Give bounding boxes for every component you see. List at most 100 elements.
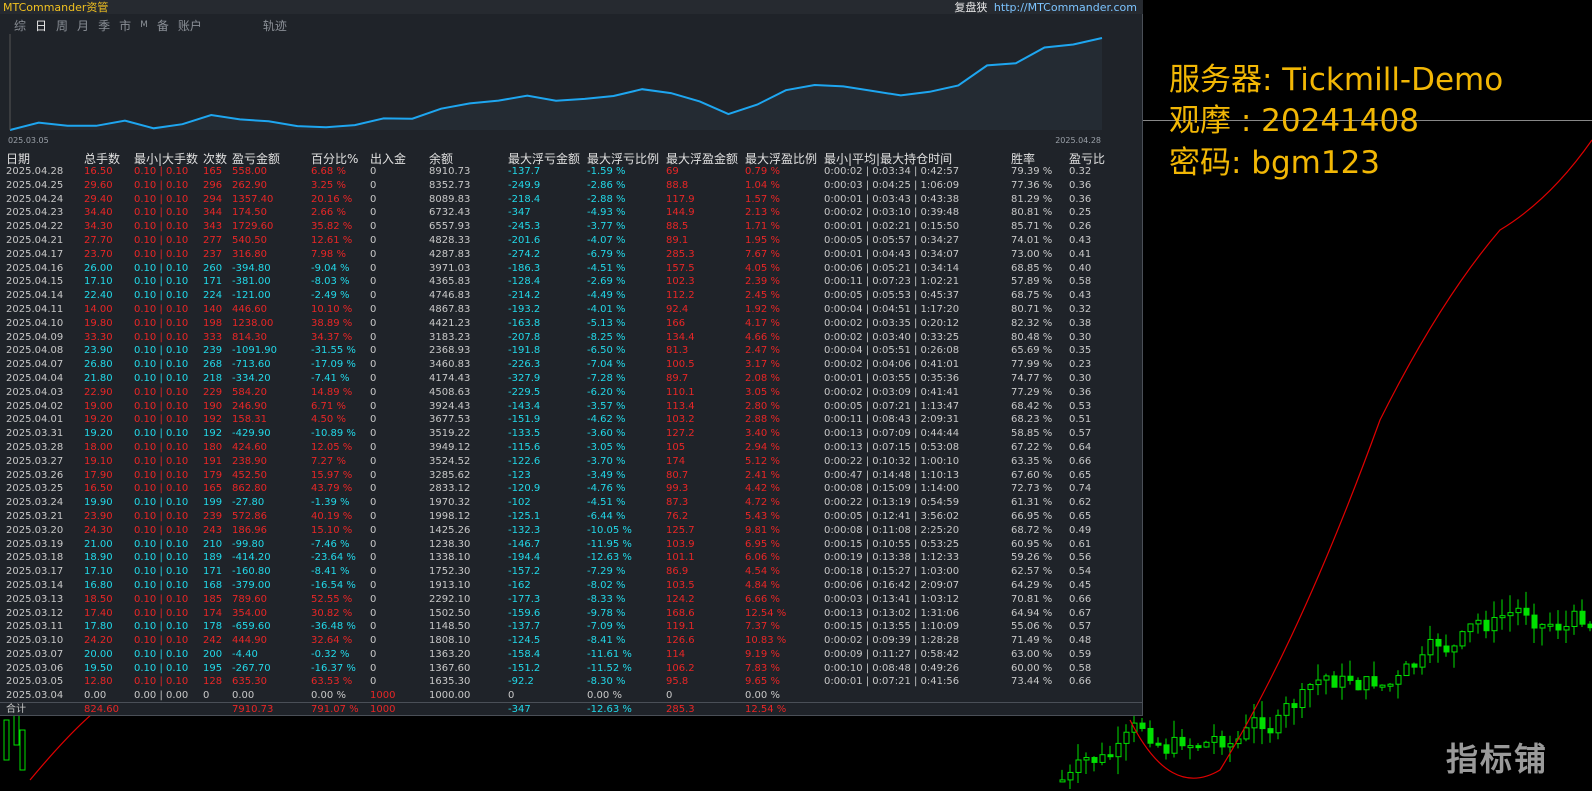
tab-8[interactable]: 账户 xyxy=(178,17,202,34)
cell-min-max-lots: 0.10 | 0.10 xyxy=(134,648,189,660)
cell-win-rate: 81.29 % xyxy=(1011,193,1053,205)
cell-profit-loss: 814.30 xyxy=(232,331,267,343)
table-row[interactable]: 2025.03.28 18.00 0.10 | 0.10 180 424.60 12.05… xyxy=(0,441,1143,455)
cell-pl-ratio: 0.36 xyxy=(1069,179,1092,191)
cell-date: 2025.04.07 xyxy=(6,359,64,371)
cell-date: 2025.04.25 xyxy=(6,179,64,191)
site-link[interactable]: http://MTCommander.com xyxy=(994,1,1137,14)
tab-9[interactable]: 轨迹 xyxy=(263,17,287,34)
table-row[interactable]: 2025.04.01 19.20 0.10 | 0.10 192 158.31 4.50 … xyxy=(0,413,1143,427)
table-row[interactable]: 2025.03.20 24.30 0.10 | 0.10 243 186.96 15.10… xyxy=(0,524,1143,538)
table-row[interactable]: 2025.03.14 16.80 0.10 | 0.10 168 -379.00 -16.… xyxy=(0,579,1143,593)
table-row[interactable]: 2025.04.22 34.30 0.10 | 0.10 343 1729.60 35.8… xyxy=(0,220,1143,234)
cell-max-float-profit-pct: 2.47 % xyxy=(745,345,780,357)
cell-date: 2025.03.25 xyxy=(6,483,64,495)
table-row[interactable]: 2025.04.04 21.80 0.10 | 0.10 218 -334.20 -7.4… xyxy=(0,372,1143,386)
cell-pl-ratio: 0.43 xyxy=(1069,290,1092,302)
cell-max-float-loss: -249.9 xyxy=(508,179,541,191)
table-row[interactable]: 2025.03.07 20.00 0.10 | 0.10 200 -4.40 -0.32 … xyxy=(0,648,1143,662)
table-row[interactable]: 2025.03.12 17.40 0.10 | 0.10 174 354.00 30.82… xyxy=(0,607,1143,621)
candle xyxy=(1123,731,1130,744)
cell-pl-ratio: 0.56 xyxy=(1069,552,1092,564)
cell-balance: 8910.73 xyxy=(429,166,471,177)
cell-trade-count: 0 xyxy=(203,690,210,702)
cell-win-rate: 68.72 % xyxy=(1011,524,1053,536)
table-row[interactable]: 2025.03.24 19.90 0.10 | 0.10 199 -27.80 -1.39… xyxy=(0,496,1143,510)
table-row[interactable]: 2025.03.04 0.00 0.00 | 0.00 0 0.00 0.00 % 1000… xyxy=(0,689,1143,703)
table-row[interactable]: 2025.04.16 26.00 0.10 | 0.10 260 -394.80 -9.0… xyxy=(0,262,1143,276)
cell-deposit-withdraw: 0 xyxy=(370,662,377,674)
table-row[interactable]: 2025.04.28 16.50 0.10 | 0.10 165 558.00 6.68 … xyxy=(0,165,1143,179)
table-row[interactable]: 2025.04.07 26.80 0.10 | 0.10 268 -713.60 -17.… xyxy=(0,358,1143,372)
table-row[interactable]: 2025.04.08 23.90 0.10 | 0.10 239 -1091.90 -31… xyxy=(0,344,1143,358)
table-row[interactable]: 2025.03.17 17.10 0.10 | 0.10 171 -160.80 -8.4… xyxy=(0,565,1143,579)
table-row[interactable]: 2025.03.26 17.90 0.10 | 0.10 179 452.50 15.97… xyxy=(0,469,1143,483)
cell-max-float-loss-pct: -8.33 % xyxy=(587,593,626,605)
table-row[interactable]: 2025.04.17 23.70 0.10 | 0.10 237 316.80 7.98 … xyxy=(0,248,1143,262)
cell-trade-count: 168 xyxy=(203,579,223,591)
cell-win-rate: 67.60 % xyxy=(1011,469,1053,481)
cell-trade-count: 200 xyxy=(203,648,223,660)
table-row[interactable]: 2025.04.03 22.90 0.10 | 0.10 229 584.20 14.89… xyxy=(0,386,1143,400)
candle xyxy=(1203,741,1210,748)
table-row[interactable]: 2025.04.21 27.70 0.10 | 0.10 277 540.50 12.61… xyxy=(0,234,1143,248)
tab-1[interactable]: 日 xyxy=(35,17,47,34)
candle xyxy=(1403,663,1410,677)
replay-label[interactable]: 复盘狭 xyxy=(954,1,987,14)
cell-deposit-withdraw: 0 xyxy=(370,166,377,177)
cell-balance: 3924.43 xyxy=(429,400,471,412)
cell-deposit-withdraw: 0 xyxy=(370,386,377,398)
candle xyxy=(1155,742,1162,746)
table-row[interactable]: 2025.03.06 19.50 0.10 | 0.10 195 -267.70 -16.… xyxy=(0,662,1143,676)
table-row[interactable]: 2025.04.11 14.00 0.10 | 0.10 140 446.60 10.10… xyxy=(0,303,1143,317)
table-row[interactable]: 2025.04.15 17.10 0.10 | 0.10 171 -381.00 -8.0… xyxy=(0,275,1143,289)
table-row[interactable]: 2025.03.31 19.20 0.10 | 0.10 192 -429.90 -10.… xyxy=(0,427,1143,441)
cell-hold-time: 0:00:06 | 0:16:42 | 2:09:07 xyxy=(824,579,960,591)
table-row[interactable]: 2025.03.13 18.50 0.10 | 0.10 185 789.60 52.55… xyxy=(0,593,1143,607)
candle xyxy=(1483,619,1490,632)
tab-0[interactable]: 综 xyxy=(14,17,26,34)
cell-date: 2025.03.04 xyxy=(6,690,64,702)
cell-max-float-loss-pct: -1.59 % xyxy=(587,166,626,177)
tab-4[interactable]: 季 xyxy=(98,17,110,34)
candle xyxy=(1307,684,1314,691)
table-row[interactable]: 2025.03.11 17.80 0.10 | 0.10 178 -659.60 -36.… xyxy=(0,620,1143,634)
tab-5[interactable]: 市 xyxy=(119,17,131,34)
table-row[interactable]: 2025.04.09 33.30 0.10 | 0.10 333 814.30 34.37… xyxy=(0,331,1143,345)
table-row[interactable]: 2025.03.10 24.20 0.10 | 0.10 242 444.90 32.64… xyxy=(0,634,1143,648)
table-row[interactable]: 2025.03.05 12.80 0.10 | 0.10 128 635.30 63.53… xyxy=(0,675,1143,689)
table-row[interactable]: 2025.04.25 29.60 0.10 | 0.10 296 262.90 3.25 … xyxy=(0,179,1143,193)
table-row[interactable]: 2025.04.14 22.40 0.10 | 0.10 224 -121.00 -2.4… xyxy=(0,289,1143,303)
cell-profit-loss: -27.80 xyxy=(232,497,265,509)
cell-percent: 32.64 % xyxy=(311,635,353,647)
replay-link-group: 复盘狭 http://MTCommander.com xyxy=(954,0,1137,15)
cell-balance: 1425.26 xyxy=(429,524,471,536)
cell-profit-loss: -429.90 xyxy=(232,428,271,440)
tab-2[interactable]: 周 xyxy=(56,17,68,34)
table-row[interactable]: 2025.04.02 19.00 0.10 | 0.10 190 246.90 6.71 … xyxy=(0,400,1143,414)
table-row[interactable]: 2025.03.27 19.10 0.10 | 0.10 191 238.90 7.27 … xyxy=(0,455,1143,469)
table-row[interactable]: 2025.04.23 34.40 0.10 | 0.10 344 174.50 2.66 … xyxy=(0,206,1143,220)
cell-profit-loss: 635.30 xyxy=(232,676,267,688)
tab-6[interactable]: M xyxy=(140,17,148,34)
cell-win-rate: 73.44 % xyxy=(1011,676,1053,688)
cell-total-lots: 17.10 xyxy=(84,276,113,288)
cell-balance: 8089.83 xyxy=(429,193,471,205)
table-row[interactable]: 2025.03.19 21.00 0.10 | 0.10 210 -99.80 -7.46… xyxy=(0,538,1143,552)
cell-min-max-lots: 0.10 | 0.10 xyxy=(134,428,189,440)
cell-pl-ratio: 0.57 xyxy=(1069,621,1092,633)
cell-total-lots: 12.80 xyxy=(84,676,113,688)
table-row[interactable]: 2025.03.18 18.90 0.10 | 0.10 189 -414.20 -23.… xyxy=(0,551,1143,565)
table-row[interactable]: 2025.04.24 29.40 0.10 | 0.10 294 1357.40 20.1… xyxy=(0,193,1143,207)
cell-max-float-loss-pct: -11.52 % xyxy=(587,662,632,674)
tab-7[interactable]: 备 xyxy=(157,17,169,34)
table-row[interactable]: 2025.03.21 23.90 0.10 | 0.10 239 572.86 40.19… xyxy=(0,510,1143,524)
table-row[interactable]: 2025.03.25 16.50 0.10 | 0.10 165 862.80 43.79… xyxy=(0,482,1143,496)
cell-total-lots: 14.00 xyxy=(84,303,113,315)
cell-date: 2025.03.28 xyxy=(6,441,64,453)
tab-3[interactable]: 月 xyxy=(77,17,89,34)
table-row[interactable]: 2025.04.10 19.80 0.10 | 0.10 198 1238.00 38.8… xyxy=(0,317,1143,331)
cell-trade-count: 260 xyxy=(203,262,223,274)
cell-max-float-profit: 69 xyxy=(666,166,679,177)
cell-deposit-withdraw: 0 xyxy=(370,221,377,233)
